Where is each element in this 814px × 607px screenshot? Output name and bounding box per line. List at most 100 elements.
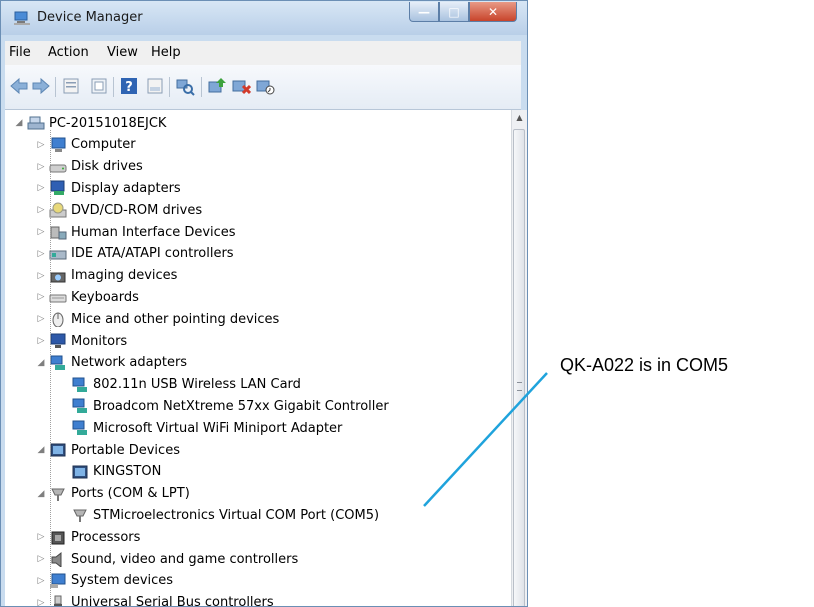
- tree-item-label: Ports (COM & LPT): [71, 486, 190, 502]
- help-icon[interactable]: ?: [119, 76, 139, 96]
- tree-connector-line: [50, 130, 51, 606]
- processor-icon: [49, 529, 67, 545]
- tree-item-label: Microsoft Virtual WiFi Miniport Adapter: [93, 420, 343, 436]
- toolbar-separator: [113, 77, 114, 97]
- collapsed-arrow-icon[interactable]: ▷: [35, 554, 47, 564]
- port-icon: [49, 486, 67, 502]
- expanded-arrow-icon[interactable]: ◢: [13, 118, 25, 128]
- tree-item[interactable]: ▷ Monitors: [35, 330, 127, 352]
- collapsed-arrow-icon[interactable]: ▷: [35, 249, 47, 259]
- child-network-icon: [71, 377, 89, 393]
- close-button[interactable]: ✕: [469, 2, 517, 22]
- properties-icon[interactable]: [61, 76, 81, 96]
- collapsed-arrow-icon[interactable]: ▷: [35, 576, 47, 586]
- tree-item[interactable]: ◢ Portable Devices: [35, 439, 180, 461]
- toolbar: ?: [5, 65, 521, 110]
- tree-item-label: Universal Serial Bus controllers: [71, 595, 274, 607]
- tree-item[interactable]: ◢ Ports (COM & LPT): [35, 483, 190, 505]
- tree-item-label: Processors: [71, 529, 141, 545]
- tree-child-item[interactable]: Microsoft Virtual WiFi Miniport Adapter: [57, 417, 342, 439]
- tree-child-item[interactable]: Broadcom NetXtreme 57xx Gigabit Controll…: [57, 395, 389, 417]
- tree-child-item[interactable]: KINGSTON: [57, 461, 161, 483]
- tree-item-label: Human Interface Devices: [71, 224, 236, 240]
- details-icon[interactable]: [89, 76, 109, 96]
- mouse-icon: [49, 311, 67, 328]
- tree-item-label: Monitors: [71, 333, 128, 349]
- menu-action[interactable]: Action: [48, 45, 89, 60]
- scan-hardware-icon[interactable]: [175, 76, 195, 96]
- uninstall-icon[interactable]: [231, 76, 251, 96]
- device-manager-icon: [14, 11, 30, 25]
- tree-item[interactable]: ▷ Display adapters: [35, 177, 181, 199]
- tree-item-label: STMicroelectronics Virtual COM Port (COM…: [93, 507, 380, 523]
- sound-icon: [49, 551, 67, 569]
- tree-item-label: 802.11n USB Wireless LAN Card: [93, 377, 301, 393]
- title-bar[interactable]: Device Manager — □ ✕: [1, 1, 527, 35]
- forward-icon[interactable]: [31, 76, 51, 96]
- menu-help[interactable]: Help: [151, 45, 181, 60]
- tree-item[interactable]: ▷ Human Interface Devices: [35, 221, 236, 243]
- tree-item[interactable]: ◢ Network adapters: [35, 352, 187, 374]
- dvd-drive-icon: [49, 202, 67, 218]
- tree-item-label: Imaging devices: [71, 268, 178, 284]
- collapsed-arrow-icon[interactable]: ▷: [35, 336, 47, 346]
- annotation-text: QK-A022 is in COM5: [560, 355, 729, 375]
- disk-drive-icon: [49, 159, 67, 175]
- computer-icon: [49, 137, 67, 153]
- collapsed-arrow-icon[interactable]: ▷: [35, 205, 47, 215]
- scroll-grip-icon: [517, 382, 522, 391]
- camera-icon: [49, 268, 67, 284]
- collapsed-arrow-icon[interactable]: ▷: [35, 598, 47, 606]
- scroll-thumb[interactable]: [513, 129, 525, 606]
- menu-bar: File Action View Help: [5, 41, 521, 65]
- tree-item-label: KINGSTON: [93, 464, 162, 480]
- tree-item[interactable]: ▷ Mice and other pointing devices: [35, 308, 279, 330]
- collapsed-arrow-icon[interactable]: ▷: [35, 271, 47, 281]
- tree-item[interactable]: ▷ Universal Serial Bus controllers: [35, 592, 274, 607]
- tree-item[interactable]: ▷ Disk drives: [35, 156, 143, 178]
- tree-item[interactable]: ▷ DVD/CD-ROM drives: [35, 199, 202, 221]
- child-portable-icon: [71, 464, 89, 480]
- tree-child-item[interactable]: STMicroelectronics Virtual COM Port (COM…: [57, 504, 379, 526]
- collapsed-arrow-icon[interactable]: ▷: [35, 162, 47, 172]
- view-icon[interactable]: [145, 76, 165, 96]
- vertical-scrollbar[interactable]: ▲: [511, 110, 527, 606]
- ide-controller-icon: [49, 246, 67, 262]
- collapsed-arrow-icon[interactable]: ▷: [35, 140, 47, 150]
- toolbar-separator: [55, 77, 56, 97]
- usb-icon: [49, 595, 67, 606]
- scroll-up-button[interactable]: ▲: [512, 110, 527, 126]
- collapsed-arrow-icon[interactable]: ▷: [35, 314, 47, 324]
- monitor-icon: [49, 333, 67, 349]
- tree-root[interactable]: ◢ PC-20151018EJCK: [13, 112, 167, 134]
- minimize-button[interactable]: —: [409, 2, 439, 22]
- device-tree[interactable]: ◢ PC-20151018EJCK ▷ Computer ▷ Disk drives ▷ Di…: [5, 110, 511, 607]
- tree-item-label: Display adapters: [71, 180, 181, 196]
- expanded-arrow-icon[interactable]: ◢: [35, 358, 47, 368]
- tree-child-item[interactable]: 802.11n USB Wireless LAN Card: [57, 374, 301, 396]
- window-title: Device Manager: [37, 10, 143, 25]
- toolbar-separator: [201, 77, 202, 97]
- tree-item-label: System devices: [71, 573, 174, 589]
- expanded-arrow-icon[interactable]: ◢: [35, 489, 47, 499]
- menu-file[interactable]: File: [9, 45, 31, 60]
- tree-item[interactable]: ▷ Imaging devices: [35, 265, 178, 287]
- back-icon[interactable]: [9, 76, 29, 96]
- collapsed-arrow-icon[interactable]: ▷: [35, 183, 47, 193]
- update-driver-icon[interactable]: [207, 76, 227, 96]
- tree-item-label: Mice and other pointing devices: [71, 311, 280, 327]
- collapsed-arrow-icon[interactable]: ▷: [35, 532, 47, 542]
- tree-item[interactable]: ▷ Sound, video and game controllers: [35, 548, 298, 570]
- collapsed-arrow-icon[interactable]: ▷: [35, 292, 47, 302]
- tree-item[interactable]: ▷ System devices: [35, 570, 173, 592]
- child-port-icon: [71, 507, 89, 523]
- menu-view[interactable]: View: [107, 45, 138, 60]
- maximize-button[interactable]: □: [439, 2, 469, 22]
- tree-item[interactable]: ▷ IDE ATA/ATAPI controllers: [35, 243, 234, 265]
- hid-icon: [49, 224, 67, 240]
- disable-icon[interactable]: [255, 76, 275, 96]
- tree-item-label: Sound, video and game controllers: [71, 551, 299, 567]
- collapsed-arrow-icon[interactable]: ▷: [35, 227, 47, 237]
- expanded-arrow-icon[interactable]: ◢: [35, 445, 47, 455]
- tree-item-label: IDE ATA/ATAPI controllers: [71, 246, 234, 262]
